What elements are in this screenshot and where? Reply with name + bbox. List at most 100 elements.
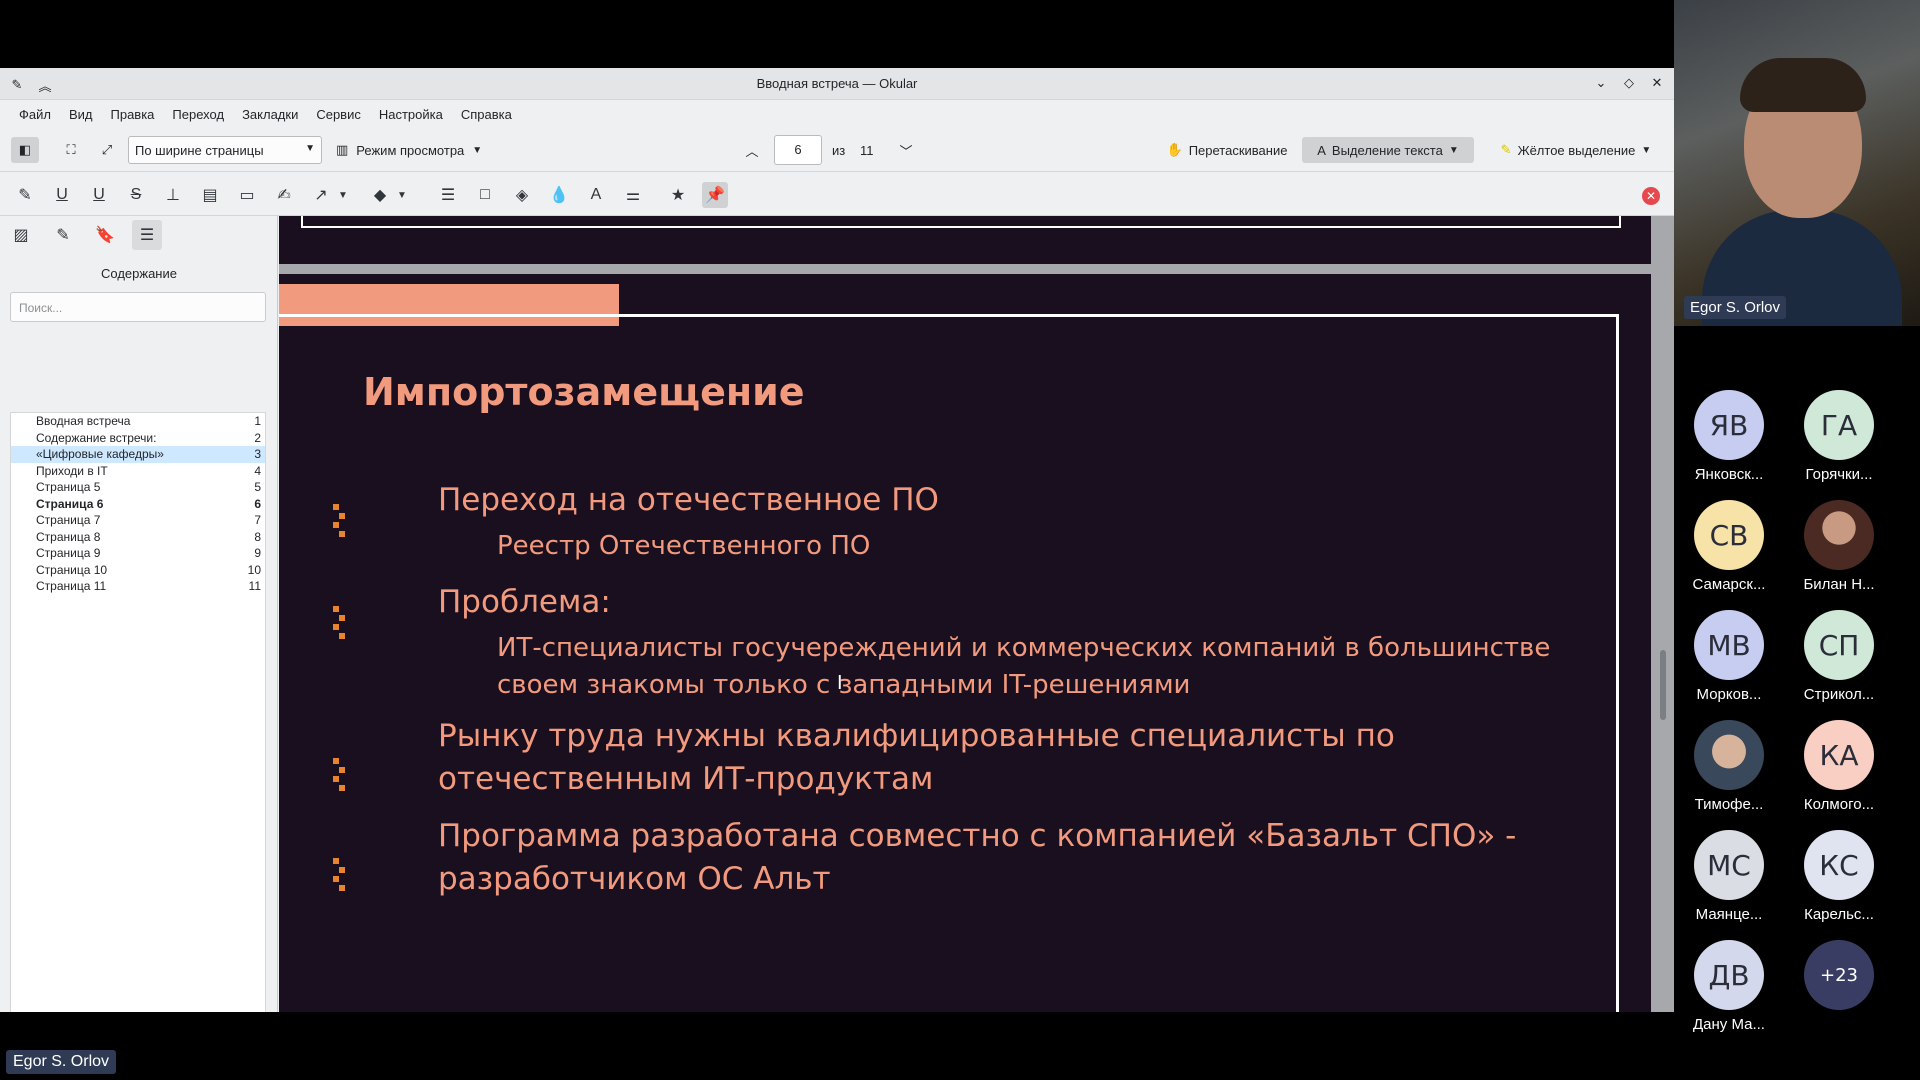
squiggle-icon[interactable]: U xyxy=(86,182,112,208)
chevron-down-icon[interactable]: ▼ xyxy=(336,182,350,208)
participant-tile[interactable]: КА Колмого... xyxy=(1784,720,1894,813)
toc-item[interactable]: Страница 55 xyxy=(11,479,265,496)
yellow-highlight-button[interactable]: ✎ Жёлтое выделение ▼ xyxy=(1488,137,1664,163)
popup-note-icon[interactable]: ▭ xyxy=(234,182,260,208)
close-annotation-toolbar-icon[interactable]: ✕ xyxy=(1642,187,1660,205)
avatar: ДВ xyxy=(1694,940,1764,1010)
menu-go[interactable]: Переход xyxy=(163,107,233,122)
participant-name: Янковск... xyxy=(1694,466,1764,483)
avatar: КА xyxy=(1804,720,1874,790)
fit-page-icon[interactable]: ⛶ xyxy=(57,137,85,163)
menu-bar: Файл Вид Правка Переход Закладки Сервис … xyxy=(0,100,1674,128)
bullet-text: Проблема: xyxy=(438,584,611,620)
toc-item[interactable]: Вводная встреча 1 xyxy=(11,413,265,430)
sidebar-toggle-icon[interactable]: ◧ xyxy=(11,137,39,163)
typewriter-icon[interactable]: ⊥ xyxy=(160,182,186,208)
rectangle-icon[interactable]: □ xyxy=(472,182,498,208)
line-icon[interactable]: ↗ xyxy=(308,182,334,208)
menu-bookmarks[interactable]: Закладки xyxy=(233,107,307,122)
more-participants-button[interactable]: +23 xyxy=(1784,940,1894,1010)
toc-item[interactable]: Приходи в IT 4 xyxy=(11,463,265,480)
fit-width-icon[interactable]: ⤢ xyxy=(93,137,121,163)
menu-file[interactable]: Файл xyxy=(10,107,60,122)
stamp-icon[interactable]: ◆ xyxy=(367,182,393,208)
participant-tile[interactable]: СП Стрикол... xyxy=(1784,610,1894,703)
text-select-label: Выделение текста xyxy=(1331,142,1443,158)
page-of-label: из xyxy=(832,143,846,158)
menu-settings[interactable]: Настройка xyxy=(370,107,452,122)
menu-tools[interactable]: Сервис xyxy=(307,107,370,122)
line-width-icon[interactable]: ☰ xyxy=(435,182,461,208)
zoom-combo[interactable]: По ширине страницы ▼ xyxy=(128,136,322,164)
freehand-icon[interactable]: ✍ xyxy=(271,182,297,208)
participant-name: Билан Н... xyxy=(1803,576,1875,593)
document-view[interactable]: Импортозамещение Переход на отечественно… xyxy=(279,216,1674,1012)
bullet-text: Переход на отечественное ПО xyxy=(438,482,939,518)
participant-tile[interactable]: МС Маянце... xyxy=(1674,830,1784,923)
menu-help[interactable]: Справка xyxy=(452,107,521,122)
participant-tile[interactable]: ГА Горячки... xyxy=(1784,390,1894,483)
participant-name: Горячки... xyxy=(1805,466,1873,483)
bullet-text: отечественным ИТ-продуктам xyxy=(438,761,934,797)
view-mode-label: Режим просмотра xyxy=(356,142,465,158)
participant-name: Колмого... xyxy=(1803,796,1875,813)
speaker-video[interactable]: Egor S. Orlov xyxy=(1674,0,1920,326)
participant-tile[interactable]: Тимофе... xyxy=(1674,720,1784,813)
participant-name: Тимофе... xyxy=(1694,796,1764,813)
favorite-star-icon[interactable]: ★ xyxy=(665,182,691,208)
close-button[interactable]: ✕ xyxy=(1648,74,1666,92)
participant-name: Самарск... xyxy=(1692,576,1766,593)
toc-item[interactable]: Страница 88 xyxy=(11,529,265,546)
view-mode-button[interactable]: ▥ Режим просмотра ▼ xyxy=(336,137,506,163)
toc-item[interactable]: Страница 99 xyxy=(11,545,265,562)
vertical-scrollbar[interactable] xyxy=(1660,650,1666,720)
fill-color-icon[interactable]: ◈ xyxy=(509,182,535,208)
chevron-down-icon[interactable]: ▼ xyxy=(395,182,409,208)
toc-item[interactable]: Страница 77 xyxy=(11,512,265,529)
contents-tab-icon[interactable]: ☰ xyxy=(132,220,162,250)
participant-tile[interactable]: ЯВ Янковск... xyxy=(1674,390,1784,483)
previous-page-icon[interactable]: ︿ xyxy=(738,137,766,163)
minimize-button[interactable]: ⌄ xyxy=(1592,74,1610,92)
toc-item[interactable]: Страница 10 10 xyxy=(11,562,265,579)
bullet-icon xyxy=(333,606,347,642)
menu-view[interactable]: Вид xyxy=(60,107,102,122)
toc-search-input[interactable]: Поиск... xyxy=(10,292,266,322)
participant-tile[interactable]: ДВ Дану Ма... xyxy=(1674,940,1784,1033)
toc-item-selected[interactable]: «Цифровые кафедры» 3 xyxy=(11,446,265,463)
next-page-icon[interactable]: ﹀ xyxy=(892,137,920,163)
sidebar-title: Содержание xyxy=(101,266,177,281)
yellow-highlight-label: Жёлтое выделение xyxy=(1517,142,1636,158)
text-select-button[interactable]: A Выделение текста ▼ xyxy=(1302,137,1474,163)
highlighter-icon: ✎ xyxy=(1500,142,1512,157)
font-icon[interactable]: A xyxy=(583,182,609,208)
toc-item[interactable]: Страница 11 11 xyxy=(11,578,265,595)
bookmarks-tab-icon[interactable]: 🔖 xyxy=(90,220,120,250)
bullet-icon xyxy=(333,758,347,794)
participant-tile[interactable]: КС Карельс... xyxy=(1784,830,1894,923)
inline-note-icon[interactable]: ▤ xyxy=(197,182,223,208)
speaker-name-label: Egor S. Orlov xyxy=(1684,296,1787,319)
chevron-down-icon: ▼ xyxy=(472,144,483,156)
annotations-tab-icon[interactable]: ✎ xyxy=(48,220,78,250)
bullet-text: разработчиком ОС Альт xyxy=(438,861,831,897)
menu-edit[interactable]: Правка xyxy=(102,107,164,122)
pin-icon[interactable]: 📌 xyxy=(702,182,728,208)
settings-sliders-icon[interactable]: ⚌ xyxy=(620,182,646,208)
strikeout-icon[interactable]: S xyxy=(123,182,149,208)
participant-tile[interactable]: МВ Морков... xyxy=(1674,610,1784,703)
bullet-icon xyxy=(333,858,347,894)
opacity-icon[interactable]: 💧 xyxy=(546,182,572,208)
toc-item[interactable]: Содержание встречи: 2 xyxy=(11,430,265,447)
thumbnails-tab-icon[interactable]: ▨ xyxy=(6,220,36,250)
participant-name: Морков... xyxy=(1696,686,1762,703)
underline-icon[interactable]: U xyxy=(49,182,75,208)
page-number-input[interactable]: 6 xyxy=(774,135,822,165)
toc-item-current[interactable]: Страница 66 xyxy=(11,496,265,513)
participant-tile[interactable]: СВ Самарск... xyxy=(1674,500,1784,593)
highlight-icon[interactable]: ✎ xyxy=(12,182,38,208)
participant-name: Карельс... xyxy=(1804,906,1874,923)
drag-tool-button[interactable]: ✋ Перетаскивание xyxy=(1160,137,1294,163)
participant-tile[interactable]: Билан Н... xyxy=(1784,500,1894,593)
maximize-button[interactable]: ◇ xyxy=(1620,74,1638,92)
